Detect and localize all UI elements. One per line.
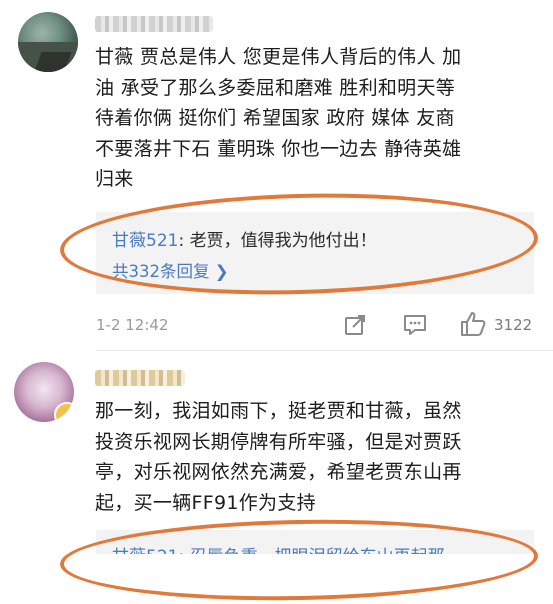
comment-line: 不要落井下石 董明珠 你也一边去 静待英雄 [95,137,462,160]
comment-line: 甘薇 贾总是伟人 您更是伟人背后的伟人 加 [95,46,462,68]
comment-body: 甘薇 贾总是伟人 您更是伟人背后的伟人 加 油 承受了那么多委屈和磨难 胜利和明… [95,42,545,195]
comment-line: 亭，对乐视网依然充满爱，希望老贾东山再 [95,461,462,483]
share-icon[interactable] [344,314,366,336]
comment-line: 待着你俩 挺你们 希望国家 政府 媒体 友商 [95,107,455,129]
avatar[interactable] [14,362,74,422]
like-icon[interactable] [460,311,486,337]
comment-line: 起，买一辆FF91作为支持 [95,491,316,514]
username-blurred[interactable] [95,370,185,386]
comment-line: 归来 [95,168,134,190]
username-blurred[interactable] [95,16,213,32]
comment-timestamp: 1-2 12:42 [96,316,169,334]
avatar[interactable] [18,12,78,72]
divider [96,350,553,351]
comment-line: 油 承受了那么多委屈和磨难 胜利和明天等 [95,76,456,99]
comment-line: 投资乐视网长期停牌有所牢骚，但是对贾跃 [95,430,462,453]
like-count: 3122 [494,316,533,334]
comment-line: 那一刻，我泪如雨下，挺老贾和甘薇，虽然 [95,400,462,422]
comment-icon[interactable] [403,314,427,336]
comment-body: 那一刻，我泪如雨下，挺老贾和甘薇，虽然 投资乐视网长期停牌有所牢骚，但是对贾跃 … [95,396,545,518]
